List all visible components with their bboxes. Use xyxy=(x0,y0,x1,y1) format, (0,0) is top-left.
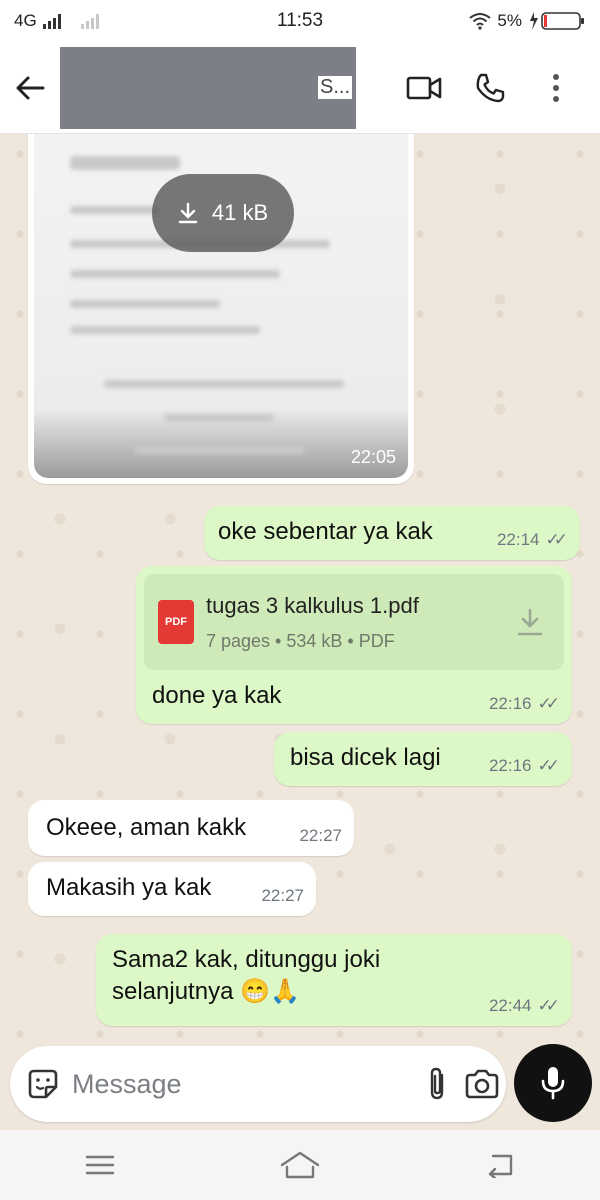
pdf-file-name: tugas 3 kalkulus 1.pdf xyxy=(206,593,419,618)
image-download-button[interactable]: 41 kB xyxy=(152,174,294,252)
message-incoming[interactable]: Okeee, aman kakk 22:27 xyxy=(28,800,354,856)
sticker-icon xyxy=(28,1069,58,1099)
status-bar: 4G 11:53 5% xyxy=(0,0,600,42)
header-actions xyxy=(404,68,590,108)
sticker-button[interactable] xyxy=(26,1064,60,1104)
message-meta: 22:16 ✓✓ xyxy=(489,693,560,716)
message-time: 22:16 xyxy=(488,694,532,714)
battery-percent: 5% xyxy=(497,11,522,30)
message-meta: 22:27 xyxy=(299,825,342,848)
status-right: 5% xyxy=(386,10,586,32)
read-receipt-icon: ✓✓ xyxy=(537,756,560,776)
download-icon xyxy=(178,202,198,224)
paperclip-icon xyxy=(430,1067,444,1100)
message-text-line-1: Sama2 kak, ditunggu joki xyxy=(112,946,381,973)
message-time: 22:14 xyxy=(496,530,540,550)
status-left: 4G xyxy=(14,11,214,31)
image-download-size: 41 kB xyxy=(211,200,269,225)
message-time: 22:27 xyxy=(261,886,304,906)
camera-button[interactable] xyxy=(464,1064,500,1104)
message-text: Okeee, aman kakk xyxy=(46,814,247,841)
back-nav-icon xyxy=(488,1154,513,1178)
pdf-file-details: 7 pages • 534 kB • PDF xyxy=(206,630,395,651)
arrow-left-icon xyxy=(16,76,45,99)
more-vert-icon xyxy=(553,73,559,102)
pdf-attachment[interactable]: PDF tugas 3 kalkulus 1.pdf 7 pages • 534… xyxy=(144,574,564,670)
message-meta: 22:44 ✓✓ xyxy=(489,995,560,1018)
read-receipt-icon: ✓✓ xyxy=(537,996,560,1016)
voice-call-button[interactable] xyxy=(470,68,510,108)
battery-charging-icon xyxy=(530,12,584,30)
signal-sim2-icon xyxy=(80,13,99,29)
video-call-icon xyxy=(406,76,442,99)
chat-area[interactable]: 41 kB 22:05 oke sebentar ya kak 22:14 ✓✓… xyxy=(0,134,600,1046)
message-time: 22:44 xyxy=(488,996,532,1016)
camera-icon xyxy=(465,1069,499,1099)
message-text: oke sebentar ya kak xyxy=(218,518,433,545)
chat-header: S... xyxy=(0,42,600,134)
back-nav-button[interactable] xyxy=(470,1140,530,1190)
microphone-icon xyxy=(541,1067,565,1100)
message-input[interactable] xyxy=(72,1068,426,1100)
message-outgoing[interactable]: bisa dicek lagi 22:16 ✓✓ xyxy=(274,732,572,786)
back-button[interactable] xyxy=(10,68,50,108)
message-incoming[interactable]: Makasih ya kak 22:27 xyxy=(28,862,316,916)
recents-button[interactable] xyxy=(70,1140,130,1190)
video-call-button[interactable] xyxy=(404,68,444,108)
message-time: 22:27 xyxy=(299,826,342,846)
attach-button[interactable] xyxy=(426,1064,448,1104)
signal-strength-icon xyxy=(42,13,61,29)
message-time: 22:05 xyxy=(350,447,396,467)
image-message[interactable]: 41 kB 22:05 xyxy=(28,134,414,484)
message-meta: 22:27 xyxy=(261,885,304,908)
message-time: 22:16 xyxy=(488,756,532,776)
message-outgoing-document[interactable]: PDF tugas 3 kalkulus 1.pdf 7 pages • 534… xyxy=(136,566,572,724)
message-composer xyxy=(10,1046,506,1122)
read-receipt-icon: ✓✓ xyxy=(537,694,560,714)
message-text: done ya kak xyxy=(152,682,282,709)
wifi-icon xyxy=(469,13,492,30)
phone-icon xyxy=(476,73,505,102)
status-time: 11:53 xyxy=(276,10,324,31)
system-nav-bar xyxy=(0,1130,600,1200)
message-meta: 22:16 ✓✓ xyxy=(489,755,560,778)
menu-lines-icon xyxy=(85,1155,115,1175)
message-outgoing[interactable]: oke sebentar ya kak 22:14 ✓✓ xyxy=(204,506,580,560)
home-button[interactable] xyxy=(270,1140,330,1190)
message-meta: 22:14 ✓✓ xyxy=(497,529,568,552)
read-receipt-icon: ✓✓ xyxy=(545,530,568,550)
home-icon xyxy=(280,1151,320,1179)
pdf-info: tugas 3 kalkulus 1.pdf 7 pages • 534 kB … xyxy=(206,591,510,653)
voice-record-button[interactable] xyxy=(514,1044,592,1122)
network-type: 4G xyxy=(14,11,37,30)
message-text: Makasih ya kak xyxy=(46,874,212,901)
blurred-image[interactable]: 41 kB 22:05 xyxy=(34,134,408,478)
pdf-download-button[interactable] xyxy=(510,602,550,642)
download-icon xyxy=(517,608,543,636)
contact-name-redacted[interactable]: S... xyxy=(60,46,356,129)
message-outgoing[interactable]: Sama2 kak, ditunggu joki selanjutnya 😁🙏 … xyxy=(96,934,572,1026)
pdf-file-icon: PDF xyxy=(158,600,194,644)
more-options-button[interactable] xyxy=(536,68,576,108)
contact-name-visible-fragment: S... xyxy=(317,76,352,99)
message-text: bisa dicek lagi xyxy=(290,744,441,771)
